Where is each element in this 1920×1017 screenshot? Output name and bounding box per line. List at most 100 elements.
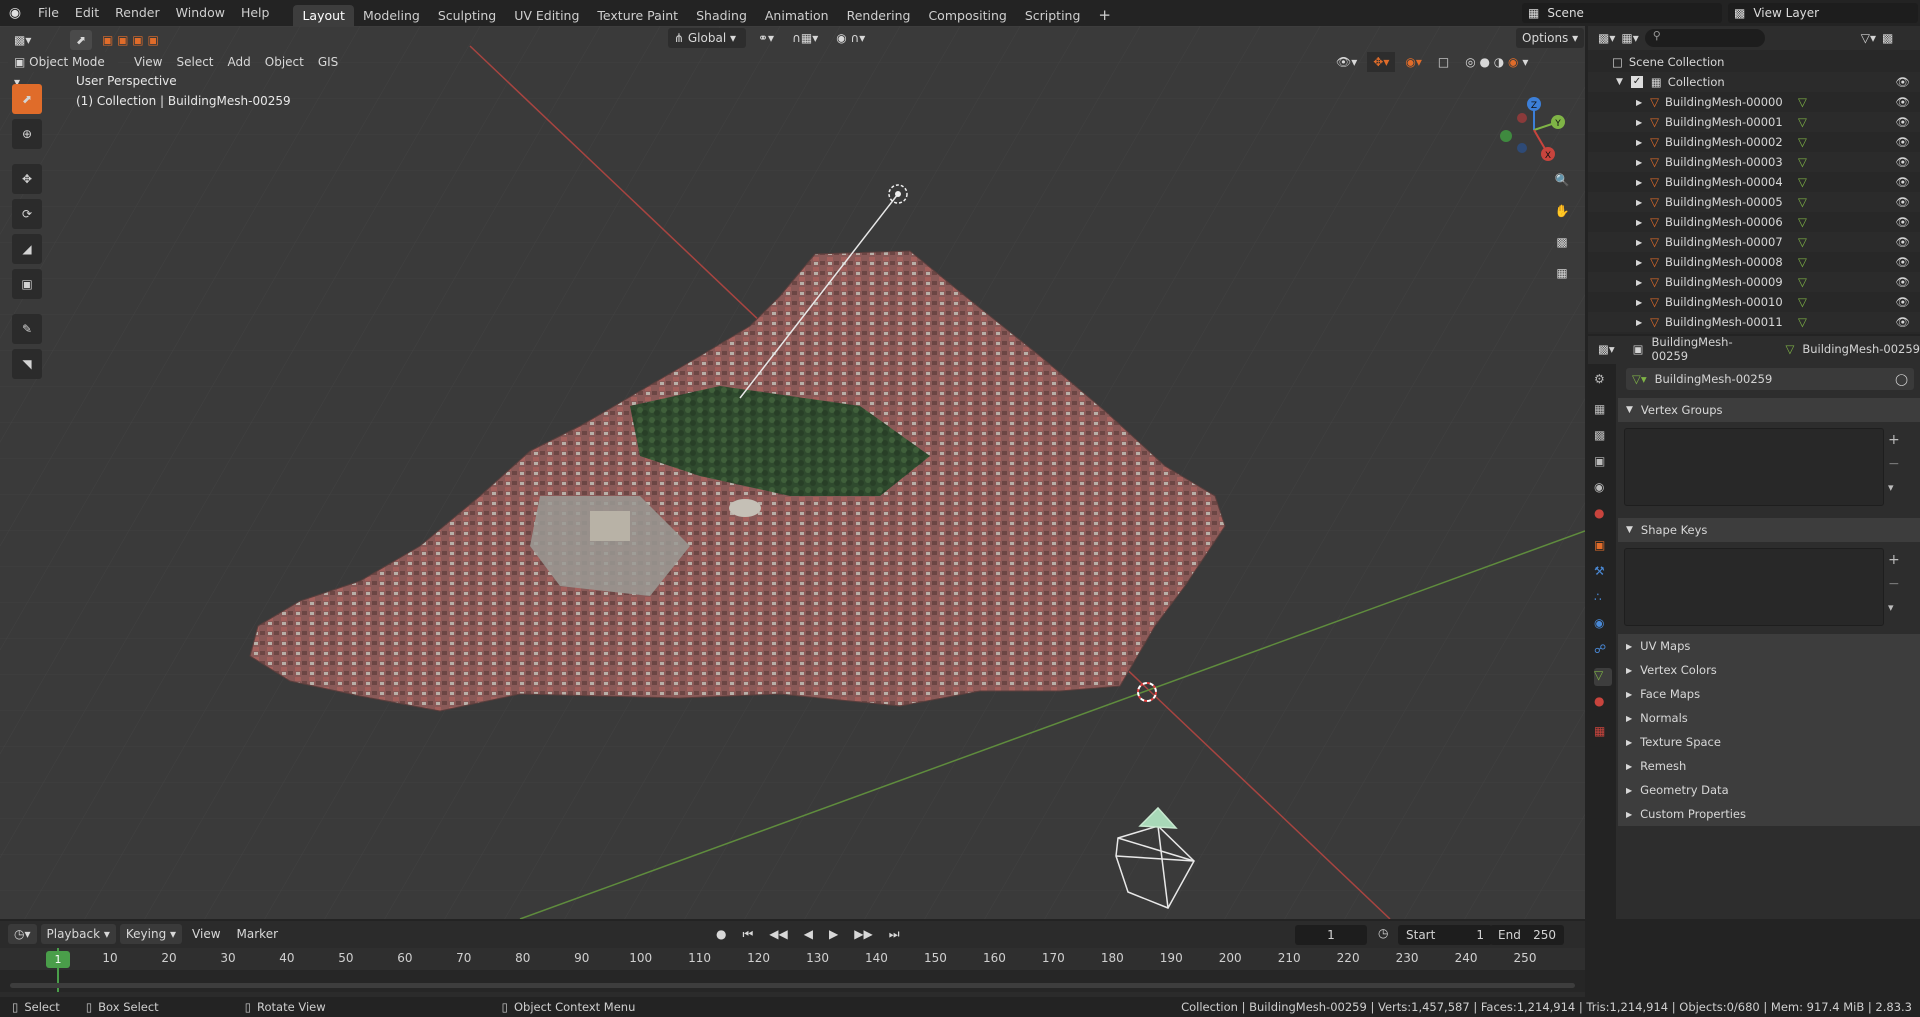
- mesh-data-icon[interactable]: ▽: [1798, 315, 1807, 329]
- expand-arrow-icon[interactable]: ▶: [1636, 138, 1642, 147]
- output-tab-icon[interactable]: ▩: [1594, 428, 1612, 446]
- panel-header-collapsed[interactable]: ▶ Normals: [1618, 706, 1920, 730]
- scale-tool[interactable]: ◢: [12, 234, 42, 264]
- eye-icon[interactable]: 👁: [1895, 255, 1910, 269]
- rotate-tool[interactable]: ⟳: [12, 199, 42, 229]
- scene-tab-icon[interactable]: ◉: [1594, 480, 1612, 498]
- blender-logo-icon[interactable]: ◉: [0, 5, 30, 21]
- menu-edit[interactable]: Edit: [67, 0, 107, 26]
- tool-tab-icon[interactable]: ⚙: [1594, 372, 1612, 390]
- eye-icon[interactable]: 👁: [1895, 175, 1910, 189]
- shape-keys-header[interactable]: ▼ Shape Keys: [1618, 518, 1920, 542]
- tab-sculpting[interactable]: Sculpting: [429, 5, 505, 26]
- add-workspace-icon[interactable]: +: [1089, 5, 1120, 26]
- visibility-icon[interactable]: 👁▾: [1330, 52, 1363, 72]
- eye-icon[interactable]: 👁: [1895, 75, 1910, 89]
- particles-tab-icon[interactable]: ∴: [1594, 590, 1612, 608]
- expand-arrow-icon[interactable]: ▶: [1636, 158, 1642, 167]
- shape-key-menu-icon[interactable]: ▾: [1888, 601, 1894, 614]
- new-collection-icon[interactable]: ▩: [1882, 31, 1893, 45]
- outliner-item[interactable]: ▶ ▽ BuildingMesh-00008 ▽ 👁: [1588, 252, 1920, 272]
- snap-icon[interactable]: ∩▦▾: [786, 28, 824, 48]
- eye-icon[interactable]: 👁: [1895, 115, 1910, 129]
- xray-toggle-icon[interactable]: □: [1432, 52, 1455, 72]
- select-box-tool[interactable]: ⬈: [12, 84, 42, 114]
- outliner-item[interactable]: ▶ ▽ BuildingMesh-00011 ▽ 👁: [1588, 312, 1920, 332]
- camera-view-icon[interactable]: ▩: [1548, 228, 1576, 256]
- display-mode-icon[interactable]: ▦▾: [1621, 31, 1638, 45]
- mesh-data-tab-icon[interactable]: ▽: [1594, 668, 1612, 686]
- select-box-modes[interactable]: ▣ ▣ ▣ ▣: [96, 30, 186, 50]
- outliner-item[interactable]: ▶ ▽ BuildingMesh-00006 ▽ 👁: [1588, 212, 1920, 232]
- panel-header-collapsed[interactable]: ▶ Face Maps: [1618, 682, 1920, 706]
- panel-header-collapsed[interactable]: ▶ Remesh: [1618, 754, 1920, 778]
- expand-arrow-icon[interactable]: ▶: [1636, 118, 1642, 127]
- expand-arrow-icon[interactable]: ▶: [1636, 178, 1642, 187]
- constraints-tab-icon[interactable]: ☍: [1594, 642, 1612, 660]
- outliner-editor-icon[interactable]: ▩▾: [1598, 31, 1615, 45]
- navigation-gizmo[interactable]: Z Y X: [1494, 88, 1574, 168]
- expand-arrow-icon[interactable]: ▼: [1616, 77, 1623, 87]
- physics-tab-icon[interactable]: ◉: [1594, 616, 1612, 634]
- expand-arrow-icon[interactable]: ▶: [1636, 258, 1642, 267]
- eye-icon[interactable]: 👁: [1895, 195, 1910, 209]
- eye-icon[interactable]: 👁: [1895, 155, 1910, 169]
- transform-orientation-dropdown[interactable]: ⋔ Global ▾: [668, 28, 746, 48]
- properties-editor-icon[interactable]: ▩▾: [1598, 342, 1615, 356]
- outliner-search-input[interactable]: ⚲: [1644, 29, 1765, 47]
- tab-animation[interactable]: Animation: [756, 5, 838, 26]
- vertex-group-menu-icon[interactable]: ▾: [1888, 481, 1894, 494]
- vertex-groups-header[interactable]: ▼ Vertex Groups: [1618, 398, 1920, 422]
- outliner-collection[interactable]: ▼ ✓ ▦ Collection 👁: [1588, 72, 1920, 92]
- menu-help[interactable]: Help: [233, 0, 278, 26]
- expand-arrow-icon[interactable]: ▶: [1636, 318, 1642, 327]
- viewport-scene[interactable]: [0, 26, 1585, 919]
- shape-key-remove-icon[interactable]: −: [1888, 576, 1900, 592]
- render-tab-icon[interactable]: ▦: [1594, 402, 1612, 420]
- outliner-item[interactable]: ▶ ▽ BuildingMesh-00007 ▽ 👁: [1588, 232, 1920, 252]
- tab-scripting[interactable]: Scripting: [1016, 5, 1090, 26]
- object-mode-dropdown[interactable]: ▣ Object Mode ▾: [8, 52, 118, 89]
- outliner-scene-collection[interactable]: □ Scene Collection: [1588, 52, 1920, 72]
- tab-texture-paint[interactable]: Texture Paint: [588, 5, 687, 26]
- mesh-browse-icon[interactable]: ▽▾: [1632, 372, 1647, 386]
- mesh-data-icon[interactable]: ▽: [1798, 155, 1807, 169]
- select-mode-icon[interactable]: ⬈: [70, 30, 92, 50]
- expand-arrow-icon[interactable]: ▶: [1636, 98, 1642, 107]
- vertex-group-remove-icon[interactable]: −: [1888, 456, 1900, 472]
- zoom-icon[interactable]: 🔍: [1548, 166, 1576, 194]
- gizmo-toggle-icon[interactable]: ✥▾: [1367, 52, 1396, 72]
- annotate-tool[interactable]: ✎: [12, 314, 42, 344]
- outliner-item[interactable]: ▶ ▽ BuildingMesh-00000 ▽ 👁: [1588, 92, 1920, 112]
- expand-arrow-icon[interactable]: ▶: [1636, 278, 1642, 287]
- vertex-group-add-icon[interactable]: +: [1888, 432, 1900, 448]
- tab-layout[interactable]: Layout: [293, 5, 354, 26]
- panel-header-collapsed[interactable]: ▶ Custom Properties: [1618, 802, 1920, 826]
- keyframe-area[interactable]: [0, 970, 1585, 992]
- tab-uv-editing[interactable]: UV Editing: [505, 5, 588, 26]
- eye-icon[interactable]: 👁: [1895, 275, 1910, 289]
- pivot-point-icon[interactable]: ⚭▾: [752, 28, 780, 48]
- viewport-menu-select[interactable]: Select: [170, 52, 219, 72]
- tab-compositing[interactable]: Compositing: [919, 5, 1015, 26]
- tab-rendering[interactable]: Rendering: [838, 5, 920, 26]
- outliner-item[interactable]: ▶ ▽ BuildingMesh-00009 ▽ 👁: [1588, 272, 1920, 292]
- menu-file[interactable]: File: [30, 0, 67, 26]
- viewport-menu-gis[interactable]: GIS: [312, 52, 344, 72]
- shading-modes[interactable]: ◎ ● ◑ ◉ ▾: [1459, 52, 1534, 72]
- mesh-data-icon[interactable]: ▽: [1798, 135, 1807, 149]
- fake-user-shield-icon[interactable]: ◯: [1895, 372, 1908, 386]
- outliner-item[interactable]: ▶ ▽ BuildingMesh-00001 ▽ 👁: [1588, 112, 1920, 132]
- overlay-toggle-icon[interactable]: ◉▾: [1399, 52, 1428, 72]
- viewport-menu-view[interactable]: View: [128, 52, 168, 72]
- outliner-item[interactable]: ▶ ▽ BuildingMesh-00002 ▽ 👁: [1588, 132, 1920, 152]
- world-tab-icon[interactable]: ●: [1594, 506, 1612, 524]
- expand-arrow-icon[interactable]: ▶: [1636, 218, 1642, 227]
- mesh-data-icon[interactable]: ▽: [1798, 115, 1807, 129]
- object-tab-icon[interactable]: ▣: [1594, 538, 1612, 556]
- pan-hand-icon[interactable]: ✋: [1548, 197, 1576, 225]
- mesh-data-icon[interactable]: ▽: [1798, 255, 1807, 269]
- options-dropdown[interactable]: Options ▾: [1516, 28, 1585, 48]
- panel-header-collapsed[interactable]: ▶ Geometry Data: [1618, 778, 1920, 802]
- mesh-data-icon[interactable]: ▽: [1798, 275, 1807, 289]
